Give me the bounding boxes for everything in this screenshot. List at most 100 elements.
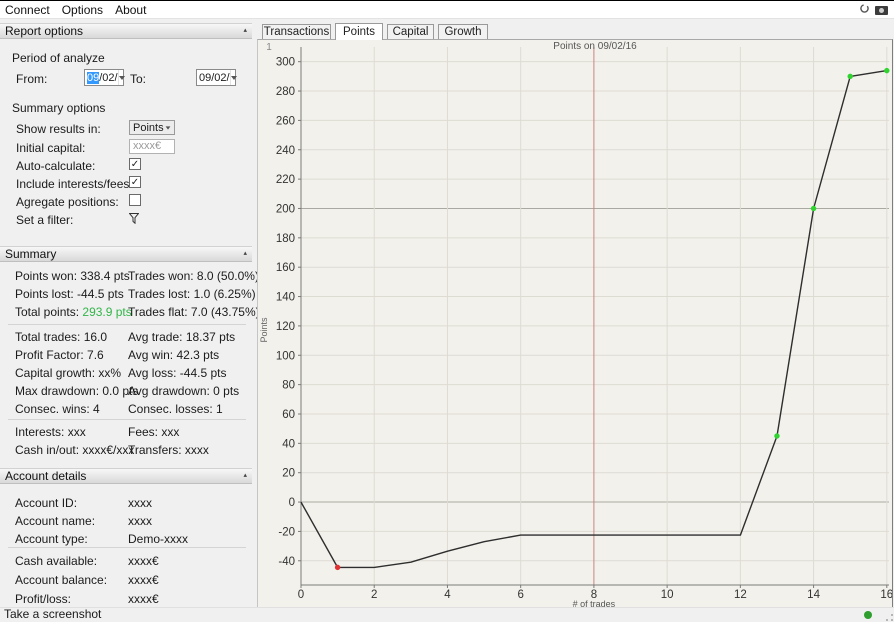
- take-screenshot-label[interactable]: Take a screenshot: [4, 608, 101, 621]
- y-tick-label: 240: [276, 145, 295, 157]
- y-tick-label: 140: [276, 292, 295, 304]
- resize-grip-icon[interactable]: [886, 614, 893, 621]
- initial-capital-input[interactable]: xxxx€: [129, 139, 175, 154]
- summary-header[interactable]: Summary ▴: [0, 246, 252, 262]
- tab-growth[interactable]: Growth: [438, 24, 488, 39]
- refresh-icon[interactable]: [859, 3, 870, 17]
- account-label: Account balance:: [15, 573, 108, 587]
- summary-stat: Interests: xxx: [15, 425, 86, 439]
- menu-about[interactable]: About: [109, 3, 152, 17]
- summary-stat: Avg win: 42.3 pts: [128, 348, 220, 362]
- x-tick-label: 10: [661, 589, 674, 601]
- data-point-marker: [334, 564, 341, 571]
- date-rest: /02/: [99, 71, 118, 84]
- summary-stat: Avg loss: -44.5 pts: [128, 366, 227, 380]
- report-options-title: Report options: [5, 24, 84, 38]
- data-point-marker: [774, 433, 780, 439]
- date-value: 09/02/: [199, 71, 230, 84]
- menu-options[interactable]: Options: [56, 3, 109, 17]
- summary-stat: Cash in/out: xxxx€/xxx: [15, 443, 135, 457]
- x-tick-label: 6: [517, 589, 523, 601]
- collapse-icon[interactable]: ▴: [243, 250, 247, 258]
- y-tick-label: 160: [276, 262, 295, 274]
- summary-stat: Consec. losses: 1: [128, 402, 223, 416]
- y-tick-label: -40: [278, 556, 295, 568]
- y-tick-label: 0: [289, 497, 295, 509]
- summary-stat: Trades lost: 1.0 (6.25%): [128, 287, 256, 301]
- set-filter-label: Set a filter:: [16, 213, 74, 227]
- menu-bar: Connect Options About: [0, 1, 894, 19]
- report-options-header[interactable]: Report options ▴: [0, 23, 252, 39]
- dropdown-value: Points: [133, 121, 164, 134]
- account-label: Account ID:: [15, 496, 78, 510]
- summary-stat: Fees: xxx: [128, 425, 180, 439]
- y-tick-label: 180: [276, 233, 295, 245]
- chevron-down-icon[interactable]: [229, 70, 237, 85]
- y-tick-label: 100: [276, 350, 295, 362]
- account-label: Account name:: [15, 514, 96, 528]
- chevron-down-icon[interactable]: [117, 70, 125, 85]
- show-results-label: Show results in:: [16, 122, 101, 136]
- period-section-label: Period of analyze: [12, 51, 105, 65]
- x-tick-label: 12: [734, 589, 747, 601]
- data-point-marker: [810, 205, 817, 212]
- account-value: xxxx€: [128, 573, 159, 587]
- show-results-dropdown[interactable]: Points: [129, 120, 175, 135]
- to-label: To:: [130, 72, 147, 86]
- data-point-marker: [847, 73, 853, 80]
- tab-capital[interactable]: Capital: [387, 24, 434, 39]
- include-fees-checkbox[interactable]: ✓: [129, 176, 141, 188]
- summary-stat-total-points: Total points: 293.9 pts: [15, 305, 132, 319]
- summary-stat: Total trades: 16.0: [15, 330, 108, 344]
- chart-panel: Transactions Points Capital Growth -40 -2…: [257, 23, 894, 609]
- tab-points[interactable]: Points: [335, 23, 383, 40]
- account-label: Account type:: [15, 532, 88, 546]
- chart-area: -40 -20 0 20 40 60 80 100 120 140 160 180 200 220 240 2…: [257, 39, 893, 609]
- divider: [8, 419, 246, 420]
- from-date-input[interactable]: 09/02/: [84, 69, 125, 86]
- summary-stat: Avg drawdown: 0 pts: [128, 384, 240, 398]
- y-tick-label: 300: [276, 57, 295, 69]
- total-points-value: 293.9 pts: [82, 305, 132, 319]
- menu-icon-group: [859, 3, 888, 17]
- account-value: xxxx: [128, 514, 152, 528]
- include-fees-label: Include interests/fees:: [16, 177, 133, 191]
- account-details-header[interactable]: Account details ▴: [0, 468, 252, 484]
- account-label: Profit/loss:: [15, 592, 72, 606]
- agregate-positions-checkbox[interactable]: [129, 194, 141, 206]
- data-point-marker: [884, 67, 890, 74]
- tab-transactions[interactable]: Transactions: [262, 24, 331, 39]
- y-tick-label: 260: [276, 115, 295, 127]
- connection-status-icon: [864, 611, 872, 619]
- y-tick-label: -20: [278, 526, 295, 538]
- summary-stat: Avg trade: 18.37 pts: [128, 330, 236, 344]
- summary-stat: Trades won: 8.0 (50.0%): [128, 269, 259, 283]
- app-window: Connect Options About Report options ▴ P…: [0, 0, 894, 622]
- account-value: Demo-xxxx: [128, 532, 189, 546]
- summary-stat: Trades flat: 7.0 (43.75%): [128, 305, 260, 319]
- account-label: Cash available:: [15, 554, 98, 568]
- divider: [8, 324, 246, 325]
- left-panel: Report options ▴ Period of analyze From:…: [0, 23, 260, 607]
- summary-stat: Profit Factor: 7.6: [15, 348, 104, 362]
- y-tick-label: 80: [282, 380, 295, 392]
- filter-funnel-icon[interactable]: [128, 213, 140, 225]
- summary-stat: Max drawdown: 0.0 pts: [15, 384, 139, 398]
- x-tick-label: 2: [371, 589, 377, 601]
- y-tick-label: 120: [276, 321, 295, 333]
- collapse-icon[interactable]: ▴: [243, 472, 247, 480]
- chart-title: Points on 09/02/16: [553, 41, 637, 52]
- agregate-positions-label: Agregate positions:: [16, 195, 119, 209]
- auto-calculate-label: Auto-calculate:: [16, 159, 96, 173]
- to-date-input[interactable]: 09/02/: [196, 69, 237, 86]
- camera-icon[interactable]: [875, 5, 888, 15]
- y-tick-label: 40: [282, 438, 295, 450]
- y-tick-label: 280: [276, 86, 295, 98]
- points-line-chart: -40-200204060801001201401601802002202402…: [259, 41, 892, 608]
- collapse-icon[interactable]: ▴: [243, 27, 247, 35]
- auto-calculate-checkbox[interactable]: ✓: [129, 158, 141, 170]
- date-selected-segment: 09: [87, 71, 100, 84]
- x-tick-label: 16: [880, 589, 892, 601]
- menu-connect[interactable]: Connect: [0, 3, 56, 17]
- summary-stat: Consec. wins: 4: [15, 402, 100, 416]
